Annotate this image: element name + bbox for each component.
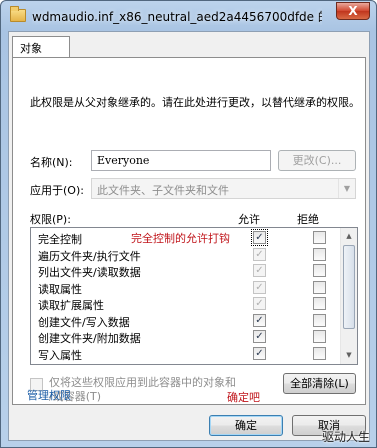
allow-annotation: 完全控制的允许打钩 [131,232,230,245]
deny-checkbox[interactable] [313,297,326,310]
name-field[interactable]: Everyone [91,150,271,171]
deny-checkbox[interactable] [313,280,326,294]
window-title: wdmaudio.inf_x86_neutral_aed2a4456700dfd… [32,10,322,24]
title-bar[interactable]: wdmaudio.inf_x86_neutral_aed2a4456700dfd… [1,1,376,31]
permission-list-scrollbar[interactable]: ▲ ▼ [340,228,357,364]
allow-checkbox[interactable] [253,280,266,294]
inherit-only-label-line2: /或容器(T) [49,390,102,403]
scroll-down-icon[interactable]: ▼ [341,347,357,363]
object-tab-panel: 此权限是从父对象继承的。请在此处进行更改，以替代继承的权限。 名称(N): Ev… [12,57,366,405]
permission-name: 读取属性 [38,282,82,296]
scroll-thumb[interactable] [343,245,355,329]
name-label: 名称(N): [30,156,73,169]
allow-checkbox[interactable] [251,229,268,246]
watermark: 驱动人生 [321,430,370,444]
permission-row: 写入属性 [31,346,341,362]
ok-button[interactable]: 确定 [209,415,283,436]
permission-row: 列出文件夹/读取数据 [31,263,341,279]
close-button[interactable]: X [336,2,370,20]
permission-name: 创建文件夹/附加数据 [38,332,141,345]
apply-to-label: 应用于(O): [30,184,84,197]
apply-to-value: 此文件夹、子文件夹和文件 [97,184,229,197]
allow-column-header: 允许 [238,213,260,226]
permission-name: 读取扩展属性 [38,299,104,312]
permission-name: 完全控制 [38,233,82,246]
deny-checkbox[interactable] [313,313,326,327]
inherit-only-label-line1: 仅将这些权限应用到此容器中的对象和 [49,376,236,389]
permission-name: 遍历文件夹/执行文件 [38,249,141,263]
dropdown-arrow-icon[interactable]: ▼ [338,179,355,198]
permission-entry-dialog: wdmaudio.inf_x86_neutral_aed2a4456700dfd… [0,0,377,448]
permission-row: 创建文件夹/附加数据 [31,329,341,345]
permission-row: 创建文件/写入数据 [31,313,341,329]
confirm-note: 确定吧 [227,391,260,404]
allow-checkbox[interactable] [253,346,266,360]
deny-checkbox[interactable] [313,247,326,261]
permission-row: 遍历文件夹/执行文件 [31,247,341,263]
allow-checkbox[interactable] [253,247,266,261]
dialog-client-area: 对象 此权限是从父对象继承的。请在此处进行更改，以替代继承的权限。 名称(N):… [8,31,370,441]
scroll-up-icon[interactable]: ▲ [341,228,357,244]
permission-name: 创建文件/写入数据 [38,315,130,329]
inherit-only-label: 仅将这些权限应用到此容器中的对象和 /或容器(T) [49,376,236,404]
permission-row: 读取属性 [31,280,341,296]
deny-checkbox[interactable] [313,231,326,244]
deny-column-header: 拒绝 [297,213,319,226]
manage-permissions-link[interactable]: 管理权限 [27,387,71,403]
deny-checkbox[interactable] [313,346,326,360]
permission-row: 读取扩展属性 [31,296,341,312]
allow-checkbox[interactable] [253,313,266,327]
permission-list: 完全控制的允许打钩 完全控制遍历文件夹/执行文件列出文件夹/读取数据读取属性读取… [30,227,358,365]
permission-name: 写入属性 [38,348,82,362]
deny-checkbox[interactable] [313,264,326,277]
permission-name: 列出文件夹/读取数据 [38,266,141,279]
allow-checkbox[interactable] [253,264,266,277]
folder-icon [10,6,26,22]
change-button[interactable]: 更改(C)... [278,150,356,171]
clear-all-button[interactable]: 全部清除(L) [283,373,356,394]
apply-to-select[interactable]: 此文件夹、子文件夹和文件 ▼ [91,178,356,199]
allow-checkbox[interactable] [253,297,266,310]
deny-checkbox[interactable] [313,330,326,343]
inherit-description: 此权限是从父对象继承的。请在此处进行更改，以替代继承的权限。 [30,96,360,109]
tab-object[interactable]: 对象 [12,36,70,58]
permissions-label: 权限(P): [30,213,71,226]
allow-checkbox[interactable] [253,330,266,343]
